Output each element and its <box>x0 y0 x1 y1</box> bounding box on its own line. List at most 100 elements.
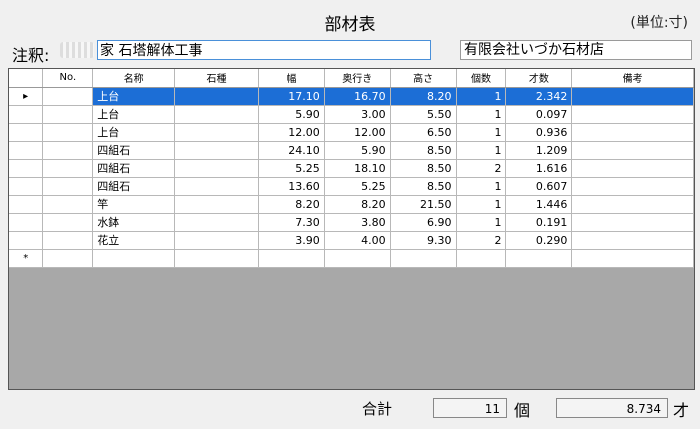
cell-height[interactable]: 5.50 <box>390 105 457 124</box>
cell-no[interactable] <box>42 195 94 214</box>
cell-no[interactable] <box>42 177 94 196</box>
cell-sai[interactable]: 1.616 <box>505 159 573 178</box>
parts-grid[interactable]: No. 名称 石種 幅 奥行き 高さ 個数 才数 備考 ▸ 上台 17.10 16.7… <box>8 68 695 390</box>
cell-count[interactable]: 1 <box>456 141 507 160</box>
cell-note[interactable] <box>571 177 694 196</box>
cell-width[interactable]: 7.30 <box>258 213 325 232</box>
empty-cell[interactable] <box>571 249 694 268</box>
cell-count[interactable]: 1 <box>456 177 507 196</box>
cell-no[interactable] <box>42 123 94 142</box>
cell-count[interactable]: 2 <box>456 159 507 178</box>
cell-depth[interactable]: 3.00 <box>324 105 391 124</box>
cell-stone[interactable] <box>174 141 259 160</box>
empty-cell[interactable] <box>42 249 94 268</box>
cell-count[interactable]: 1 <box>456 213 507 232</box>
cell-depth[interactable]: 18.10 <box>324 159 391 178</box>
row-selector[interactable] <box>9 105 44 124</box>
cell-height[interactable]: 6.50 <box>390 123 457 142</box>
cell-stone[interactable] <box>174 213 259 232</box>
cell-no[interactable] <box>42 87 94 106</box>
cell-depth[interactable]: 4.00 <box>324 231 391 250</box>
row-selector[interactable] <box>9 177 44 196</box>
cell-height[interactable]: 8.20 <box>390 87 457 106</box>
cell-count[interactable]: 2 <box>456 231 507 250</box>
cell-note[interactable] <box>571 213 694 232</box>
cell-width[interactable]: 13.60 <box>258 177 325 196</box>
column-header[interactable]: 才数 <box>505 69 573 88</box>
cell-height[interactable]: 8.50 <box>390 159 457 178</box>
cell-note[interactable] <box>571 87 694 106</box>
cell-depth[interactable]: 5.90 <box>324 141 391 160</box>
cell-stone[interactable] <box>174 105 259 124</box>
cell-height[interactable]: 21.50 <box>390 195 457 214</box>
cell-name[interactable]: 上台 <box>92 123 176 142</box>
company-field[interactable]: 有限会社いづか石材店 <box>460 40 692 60</box>
row-selector[interactable] <box>9 195 44 214</box>
table-row[interactable]: 四組石 24.10 5.90 8.50 1 1.209 <box>9 141 694 160</box>
cell-height[interactable]: 9.30 <box>390 231 457 250</box>
cell-width[interactable]: 5.90 <box>258 105 325 124</box>
cell-name[interactable]: 竿 <box>92 195 176 214</box>
cell-count[interactable]: 1 <box>456 195 507 214</box>
cell-note[interactable] <box>571 141 694 160</box>
cell-note[interactable] <box>571 123 694 142</box>
empty-cell[interactable] <box>92 249 176 268</box>
column-header[interactable]: 備考 <box>571 69 694 88</box>
table-row[interactable]: ▸ 上台 17.10 16.70 8.20 1 2.342 <box>9 87 694 106</box>
cell-sai[interactable]: 2.342 <box>505 87 573 106</box>
column-header[interactable]: 高さ <box>390 69 457 88</box>
cell-height[interactable]: 6.90 <box>390 213 457 232</box>
cell-name[interactable]: 花立 <box>92 231 176 250</box>
cell-stone[interactable] <box>174 159 259 178</box>
cell-width[interactable]: 5.25 <box>258 159 325 178</box>
cell-sai[interactable]: 0.936 <box>505 123 573 142</box>
row-selector[interactable] <box>9 213 44 232</box>
row-selector[interactable] <box>9 159 44 178</box>
cell-sai[interactable]: 0.191 <box>505 213 573 232</box>
row-selector[interactable] <box>9 123 44 142</box>
empty-cell[interactable] <box>174 249 259 268</box>
cell-sai[interactable]: 0.097 <box>505 105 573 124</box>
cell-name[interactable]: 四組石 <box>92 177 176 196</box>
cell-sai[interactable]: 1.209 <box>505 141 573 160</box>
table-row[interactable]: 上台 12.00 12.00 6.50 1 0.936 <box>9 123 694 142</box>
cell-width[interactable]: 17.10 <box>258 87 325 106</box>
cell-count[interactable]: 1 <box>456 105 507 124</box>
empty-cell[interactable] <box>390 249 457 268</box>
row-selector[interactable]: ▸ <box>9 87 44 106</box>
empty-cell[interactable] <box>324 249 391 268</box>
cell-stone[interactable] <box>174 87 259 106</box>
cell-sai[interactable]: 1.446 <box>505 195 573 214</box>
cell-no[interactable] <box>42 105 94 124</box>
column-header[interactable]: No. <box>42 69 94 88</box>
new-row[interactable]: * <box>9 249 694 268</box>
cell-sai[interactable]: 0.607 <box>505 177 573 196</box>
table-row[interactable]: 四組石 5.25 18.10 8.50 2 1.616 <box>9 159 694 178</box>
empty-cell[interactable] <box>456 249 507 268</box>
cell-no[interactable] <box>42 159 94 178</box>
table-row[interactable]: 水鉢 7.30 3.80 6.90 1 0.191 <box>9 213 694 232</box>
cell-name[interactable]: 上台 <box>92 87 176 106</box>
cell-note[interactable] <box>571 195 694 214</box>
column-header[interactable]: 石種 <box>174 69 259 88</box>
row-selector[interactable] <box>9 141 44 160</box>
cell-stone[interactable] <box>174 231 259 250</box>
cell-stone[interactable] <box>174 177 259 196</box>
cell-width[interactable]: 8.20 <box>258 195 325 214</box>
cell-width[interactable]: 24.10 <box>258 141 325 160</box>
empty-cell[interactable] <box>505 249 573 268</box>
cell-note[interactable] <box>571 105 694 124</box>
cell-depth[interactable]: 16.70 <box>324 87 391 106</box>
cell-name[interactable]: 水鉢 <box>92 213 176 232</box>
note-input[interactable]: 家 石塔解体工事 <box>97 40 431 60</box>
column-header[interactable]: 幅 <box>258 69 325 88</box>
cell-stone[interactable] <box>174 123 259 142</box>
table-row[interactable]: 花立 3.90 4.00 9.30 2 0.290 <box>9 231 694 250</box>
row-selector[interactable] <box>9 231 44 250</box>
cell-note[interactable] <box>571 231 694 250</box>
cell-name[interactable]: 上台 <box>92 105 176 124</box>
cell-name[interactable]: 四組石 <box>92 141 176 160</box>
column-header[interactable]: 個数 <box>456 69 507 88</box>
cell-name[interactable]: 四組石 <box>92 159 176 178</box>
table-row[interactable]: 竿 8.20 8.20 21.50 1 1.446 <box>9 195 694 214</box>
